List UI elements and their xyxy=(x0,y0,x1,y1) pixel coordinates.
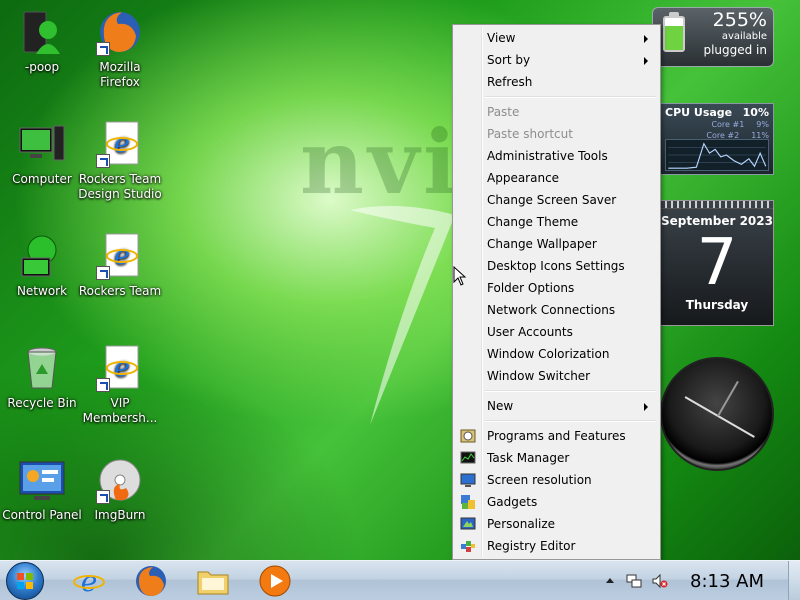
computer-icon xyxy=(18,120,66,168)
desktop-icon-imgburn[interactable]: ImgBurn xyxy=(78,456,162,523)
menu-item-personalize[interactable]: Personalize xyxy=(455,513,658,535)
show-hidden-icons-arrow[interactable] xyxy=(606,578,614,583)
menu-separator xyxy=(485,93,658,101)
menu-item-view[interactable]: View xyxy=(455,27,658,49)
show-desktop-button[interactable] xyxy=(788,561,800,600)
menu-item-window-colorization[interactable]: Window Colorization xyxy=(455,343,658,365)
menu-item-change-wallpaper[interactable]: Change Wallpaper xyxy=(455,233,658,255)
taskbar: e 8:13 AM xyxy=(0,560,800,600)
core1-value: 9% xyxy=(756,120,769,129)
menu-separator xyxy=(485,387,658,395)
internet-explorer-icon[interactable]: e xyxy=(72,564,106,598)
monitor-icon xyxy=(460,473,476,487)
clock-minute-hand xyxy=(717,415,755,438)
gadgets-icon xyxy=(461,495,475,509)
desktop-icon-rockers-design[interactable]: e Rockers Team Design Studio xyxy=(78,120,162,202)
ie-document-icon: e xyxy=(96,344,144,392)
cpu-title: CPU Usage xyxy=(665,106,733,119)
svg-text:e: e xyxy=(114,353,129,383)
menu-item-task-manager[interactable]: Task Manager xyxy=(455,447,658,469)
submenu-arrow-icon xyxy=(644,57,648,65)
menu-item-network-connections[interactable]: Network Connections xyxy=(455,299,658,321)
menu-item-paste-shortcut[interactable]: Paste shortcut xyxy=(455,123,658,145)
mouse-cursor-icon xyxy=(453,266,467,286)
imgburn-icon xyxy=(96,456,144,504)
analog-clock-icon[interactable] xyxy=(660,357,774,471)
task-manager-icon xyxy=(460,451,476,464)
desktop-icon-rockers-team[interactable]: e Rockers Team xyxy=(78,232,162,299)
menu-item-user-accounts[interactable]: User Accounts xyxy=(455,321,658,343)
desktop-icon-vip-membership[interactable]: e VIP Membersh... xyxy=(78,344,162,426)
menu-item-new[interactable]: New xyxy=(455,395,658,417)
battery-gadget[interactable]: 255% available plugged in xyxy=(652,7,774,67)
submenu-arrow-icon xyxy=(644,35,648,43)
desktop-context-menu: View Sort by Refresh Paste Paste shortcu… xyxy=(452,24,661,560)
firefox-icon[interactable] xyxy=(134,564,168,598)
menu-item-screen-resolution[interactable]: Screen resolution xyxy=(455,469,658,491)
desktop-icon-recycle-bin[interactable]: Recycle Bin xyxy=(0,344,84,411)
calendar-rings xyxy=(661,201,773,209)
desktop-icon-computer[interactable]: Computer xyxy=(0,120,84,187)
desktop-icon-firefox[interactable]: Mozilla Firefox xyxy=(78,8,162,90)
volume-muted-icon[interactable] xyxy=(652,573,668,589)
cpu-total: 10% xyxy=(742,106,769,119)
battery-icon xyxy=(663,16,685,52)
svg-text:e: e xyxy=(114,129,129,159)
menu-item-appearance[interactable]: Appearance xyxy=(455,167,658,189)
submenu-arrow-icon xyxy=(644,403,648,411)
wallpaper-seven-graphic xyxy=(350,206,455,425)
firefox-icon xyxy=(96,8,144,56)
network-tray-icon[interactable] xyxy=(626,573,642,589)
cpu-graph xyxy=(665,139,769,171)
menu-item-change-screen-saver[interactable]: Change Screen Saver xyxy=(455,189,658,211)
desktop-icon-control-panel[interactable]: Control Panel xyxy=(0,456,84,523)
menu-item-change-theme[interactable]: Change Theme xyxy=(455,211,658,233)
desktop-icon-network[interactable]: Network xyxy=(0,232,84,299)
svg-text:e: e xyxy=(114,241,129,271)
network-icon xyxy=(18,232,66,280)
media-player-icon[interactable] xyxy=(258,564,292,598)
clock-second-hand xyxy=(717,380,739,417)
menu-item-gadgets[interactable]: Gadgets xyxy=(455,491,658,513)
menu-item-refresh[interactable]: Refresh xyxy=(455,71,658,93)
registry-editor-icon xyxy=(461,541,475,552)
menu-item-folder-options[interactable]: Folder Options xyxy=(455,277,658,299)
ie-document-icon: e xyxy=(96,120,144,168)
clock-hour-hand xyxy=(684,396,719,417)
cpu-usage-gadget[interactable]: CPU Usage 10% Core #1 9% Core #2 11% xyxy=(660,103,774,175)
taskbar-clock[interactable]: 8:13 AM xyxy=(690,571,764,592)
menu-item-administrative-tools[interactable]: Administrative Tools xyxy=(455,145,658,167)
recycle-bin-icon xyxy=(18,344,66,392)
menu-item-window-switcher[interactable]: Window Switcher xyxy=(455,365,658,387)
calendar-gadget[interactable]: September 2023 7 Thursday xyxy=(660,200,774,326)
personalize-icon xyxy=(460,517,476,530)
control-panel-icon xyxy=(18,456,66,504)
desktop-icon-poop[interactable]: -poop xyxy=(0,8,84,75)
calendar-weekday: Thursday xyxy=(685,298,749,312)
menu-item-paste[interactable]: Paste xyxy=(455,101,658,123)
menu-separator xyxy=(485,417,658,425)
menu-item-programs-and-features[interactable]: Programs and Features xyxy=(455,425,658,447)
core1-label: Core #1 xyxy=(711,120,745,129)
menu-item-registry-editor[interactable]: Registry Editor xyxy=(455,535,658,557)
user-tower-icon xyxy=(18,8,66,56)
calendar-day: 7 xyxy=(696,226,738,300)
windows-start-orb-icon[interactable] xyxy=(6,562,44,600)
menu-item-desktop-icons-settings[interactable]: Desktop Icons Settings xyxy=(455,255,658,277)
programs-features-icon xyxy=(460,429,476,443)
svg-text:e: e xyxy=(81,565,98,598)
ie-document-icon: e xyxy=(96,232,144,280)
menu-item-sort-by[interactable]: Sort by xyxy=(455,49,658,71)
file-explorer-icon[interactable] xyxy=(196,564,230,598)
